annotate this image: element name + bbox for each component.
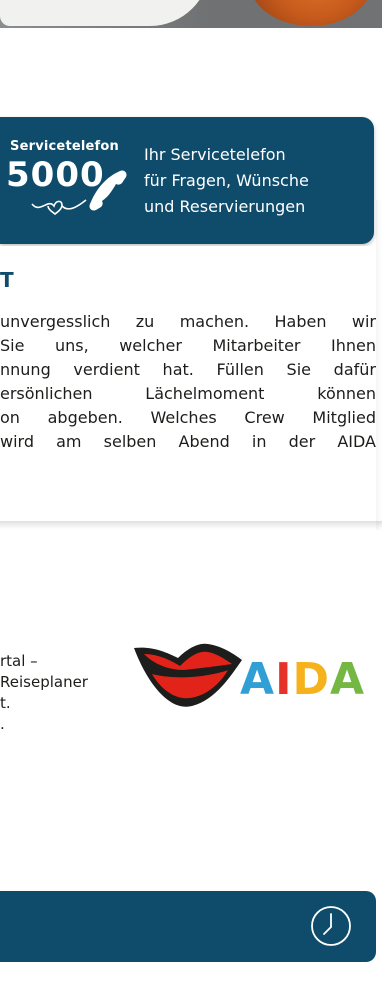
aida-wordmark: AIDA bbox=[240, 658, 365, 702]
smile-text-line: unvergesslich zu machen. Haben wir bbox=[0, 312, 376, 331]
portal-text-line: . bbox=[0, 715, 5, 733]
smile-text-line: ersönlichen Lächelmoment können bbox=[0, 384, 376, 403]
card-shadow bbox=[0, 521, 382, 529]
aida-letter: A bbox=[240, 654, 276, 705]
service-desc-line: Ihr Servicetelefon bbox=[144, 145, 286, 164]
aida-letter: D bbox=[292, 654, 330, 705]
portal-text-line: rtal – bbox=[0, 652, 38, 670]
phone-icon bbox=[89, 170, 127, 211]
service-desc-line: für Fragen, Wünsche bbox=[144, 171, 309, 190]
portal-text: rtal – Reiseplaner t. . bbox=[0, 651, 88, 735]
aida-letter: A bbox=[329, 654, 366, 705]
aida-lips-icon bbox=[134, 643, 242, 707]
aida-letter: I bbox=[275, 654, 293, 705]
header-photo bbox=[0, 0, 382, 28]
portal-text-line: t. bbox=[0, 694, 11, 712]
smile-text-line: wird am selben Abend in der AIDA bbox=[0, 432, 376, 451]
aida-logo: AIDA bbox=[132, 640, 382, 720]
clock-icon[interactable] bbox=[310, 905, 352, 947]
smile-text: unvergesslich zu machen. Haben wir Sie u… bbox=[0, 310, 376, 454]
portal-text-line: Reiseplaner bbox=[0, 673, 88, 691]
smile-heading: T bbox=[0, 268, 15, 292]
photo-pumpkin bbox=[250, 0, 372, 26]
service-phone-banner[interactable]: Servicetelefon 5000 Ihr Servicetelefon f… bbox=[0, 117, 374, 244]
heart-icon bbox=[31, 199, 87, 216]
service-description: Ihr Servicetelefon für Fragen, Wünsche u… bbox=[144, 142, 309, 220]
service-desc-line: und Reservierungen bbox=[144, 197, 306, 216]
card-edge bbox=[376, 200, 382, 530]
photo-person-shirt bbox=[0, 0, 210, 26]
smile-text-line: Sie uns, welcher Mitarbeiter Ihnen bbox=[0, 336, 376, 355]
smile-text-line: nnung verdient hat. Füllen Sie dafür bbox=[0, 360, 376, 379]
smile-text-line: on abgeben. Welches Crew Mitglied bbox=[0, 408, 376, 427]
service-label: Servicetelefon bbox=[10, 139, 119, 154]
opening-hours-bar[interactable] bbox=[0, 891, 376, 962]
